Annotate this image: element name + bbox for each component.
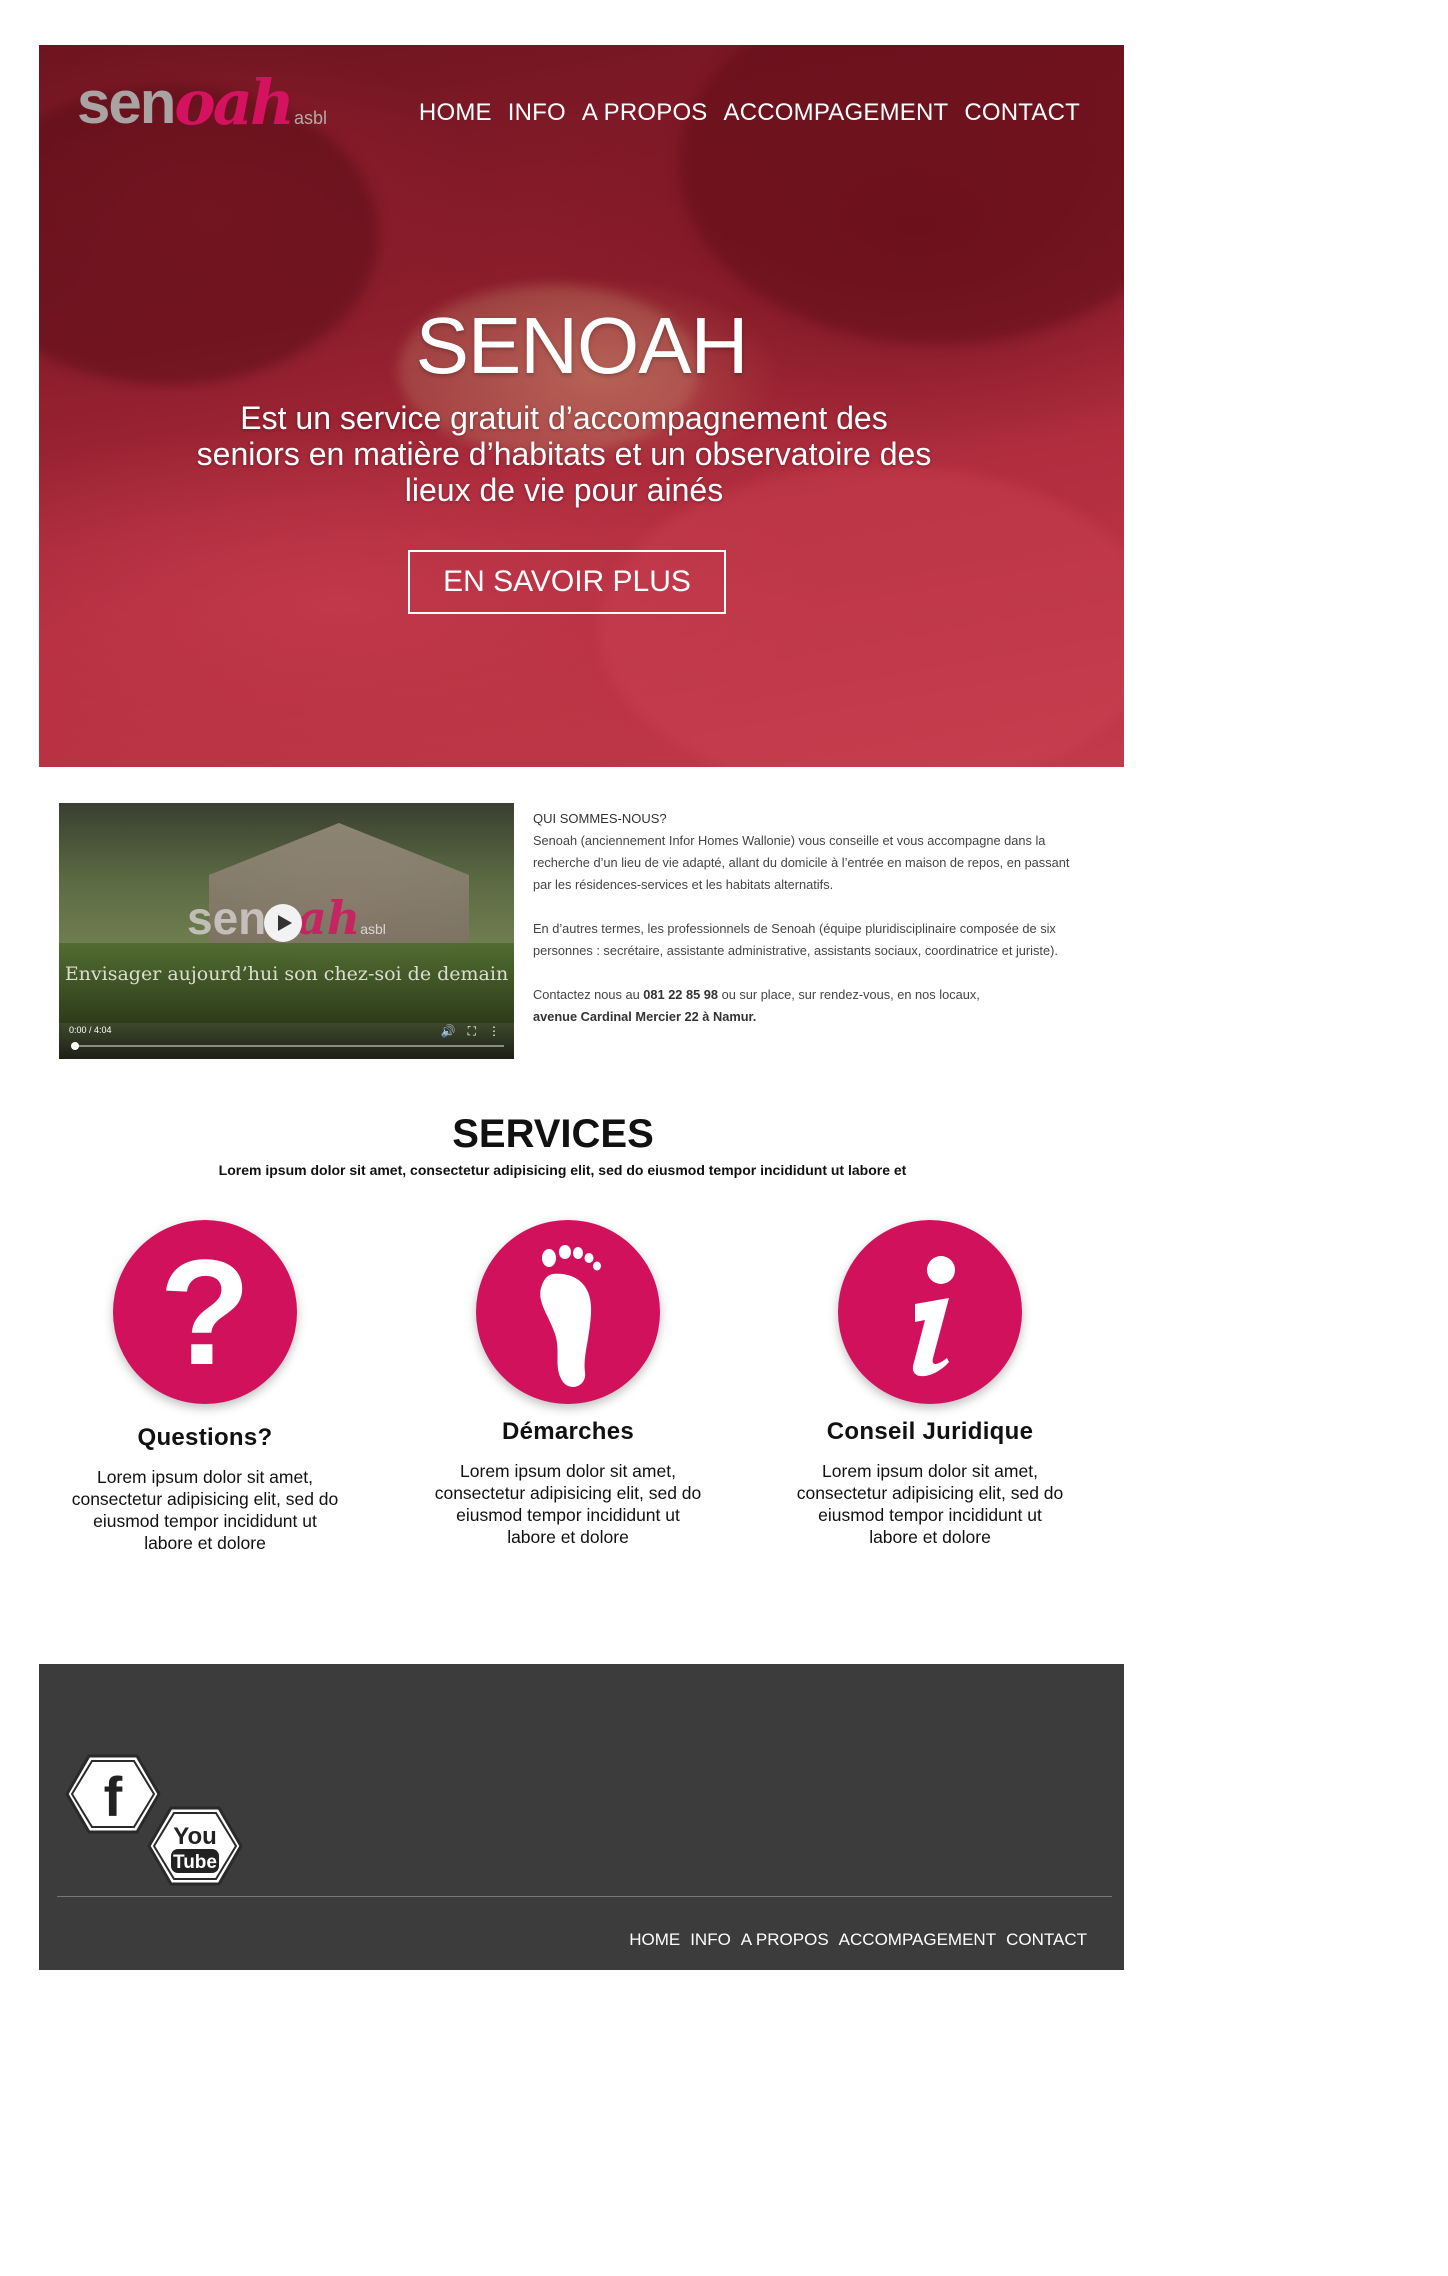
svg-text:Tube: Tube: [173, 1852, 217, 1873]
en-savoir-plus-button[interactable]: EN SAVOIR PLUS: [408, 550, 726, 614]
fullscreen-icon[interactable]: ⛶: [468, 1024, 476, 1039]
service-text: Lorem ipsum dolor sit amet, consectetur …: [71, 1467, 339, 1553]
nav-accompagement[interactable]: ACCOMPAGEMENT: [724, 99, 949, 127]
services-subtitle: Lorem ipsum dolor sit amet, consectetur …: [218, 1162, 907, 1178]
info-icon: [838, 1220, 1022, 1404]
play-icon: [277, 915, 292, 931]
phone-number[interactable]: 081 22 85 98: [643, 987, 718, 1002]
video-caption: Envisager aujourd’hui son chez-soi de de…: [64, 963, 509, 985]
about-paragraph-1: Senoah (anciennement Infor Homes Walloni…: [533, 833, 1070, 892]
footer-nav-home[interactable]: HOME: [629, 1930, 680, 1950]
about-paragraph-2: En d’autres termes, les professionnels d…: [533, 921, 1058, 958]
service-title: Démarches: [501, 1418, 635, 1445]
nav-contact[interactable]: CONTACT: [964, 99, 1080, 127]
service-title: Questions?: [137, 1424, 273, 1451]
nav-home[interactable]: HOME: [419, 99, 492, 127]
play-button[interactable]: [264, 904, 302, 942]
footer-nav-info[interactable]: INFO: [690, 1930, 731, 1950]
footer-nav-a-propos[interactable]: A PROPOS: [741, 1930, 829, 1950]
nav-info[interactable]: INFO: [508, 99, 566, 127]
hero-fabric-fold: [599, 465, 1124, 767]
site-logo[interactable]: sen oah asbl: [77, 72, 327, 134]
footer-nav-accompagement[interactable]: ACCOMPAGEMENT: [839, 1930, 996, 1950]
footer-nav: HOME INFO A PROPOS ACCOMPAGEMENT CONTACT: [629, 1930, 1087, 1950]
about-heading: QUI SOMMES-NOUS?: [533, 811, 667, 826]
nav-a-propos[interactable]: A PROPOS: [582, 99, 708, 127]
question-icon: ?: [113, 1220, 297, 1404]
address: avenue Cardinal Mercier 22 à Namur.: [533, 1009, 757, 1024]
svg-text:f: f: [104, 1765, 123, 1828]
service-demarches[interactable]: Démarches Lorem ipsum dolor sit amet, co…: [433, 1220, 703, 1548]
service-text: Lorem ipsum dolor sit amet, consectetur …: [434, 1461, 702, 1547]
hero-title: SENOAH: [415, 301, 749, 390]
footprint-icon: [476, 1220, 660, 1404]
footer: f You Tube HOME INFO A PROPOS ACCOMPAGEM…: [39, 1664, 1124, 1970]
video-progress-knob[interactable]: [71, 1042, 79, 1050]
youtube-icon[interactable]: You Tube: [147, 1804, 243, 1888]
service-title: Conseil Juridique: [826, 1418, 1034, 1445]
footer-nav-contact[interactable]: CONTACT: [1006, 1930, 1087, 1950]
video-controls: 🔊 ⛶ ⋮: [441, 1024, 500, 1039]
about-contact: Contactez nous au 081 22 85 98 ou sur pl…: [533, 987, 980, 1024]
service-text: Lorem ipsum dolor sit amet, consectetur …: [796, 1461, 1064, 1547]
about-section: QUI SOMMES-NOUS? Senoah (anciennement In…: [533, 808, 1073, 1050]
footer-divider: [57, 1896, 1112, 1897]
video-progress-bar[interactable]: [73, 1045, 504, 1047]
hero-banner: sen oah asbl HOME INFO A PROPOS ACCOMPAGEM…: [39, 45, 1124, 767]
svg-text:You: You: [173, 1823, 217, 1850]
main-nav: HOME INFO A PROPOS ACCOMPAGEMENT CONTACT: [419, 99, 1080, 127]
service-conseil-juridique[interactable]: Conseil Juridique Lorem ipsum dolor sit …: [795, 1220, 1065, 1548]
video-time: 0:00 / 4:04: [69, 1025, 112, 1035]
service-questions[interactable]: ? Questions? Lorem ipsum dolor sit amet,…: [70, 1220, 340, 1554]
svg-text:?: ?: [159, 1242, 251, 1382]
video-player[interactable]: sen oah asbl Envisager aujourd’hui son che…: [59, 803, 514, 1059]
volume-icon[interactable]: 🔊: [441, 1024, 456, 1039]
services-title: SERVICES: [452, 1112, 654, 1156]
more-options-icon[interactable]: ⋮: [488, 1024, 500, 1039]
hero-subtitle: Est un service gratuit d’accompagnement …: [196, 400, 932, 508]
